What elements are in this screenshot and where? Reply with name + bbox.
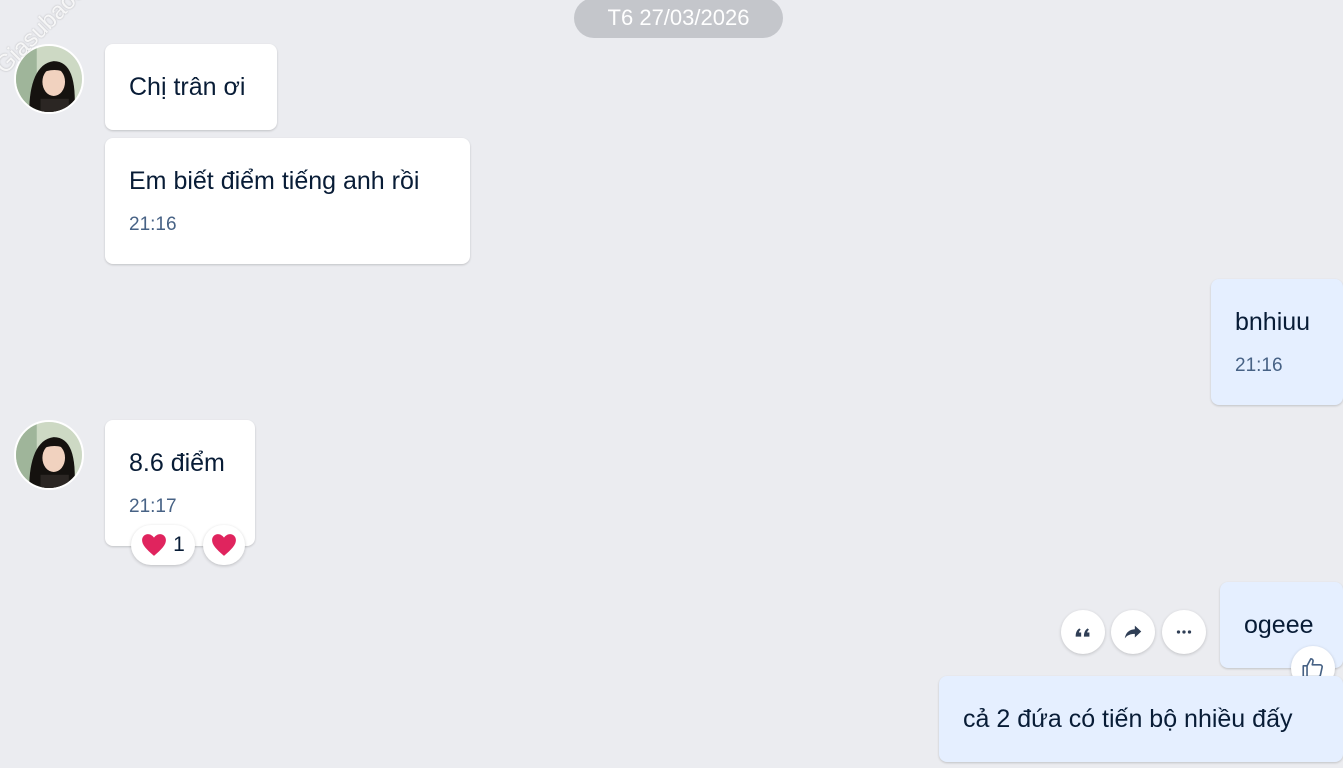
message-text: ogeee (1244, 611, 1314, 639)
chat-canvas: T6 27/03/2026 Giasubaochau.net Chị trân … (0, 0, 1343, 768)
heart-icon (212, 534, 236, 556)
avatar-photo (16, 422, 82, 488)
message-text: Chị trân ơi (129, 73, 246, 101)
quote-button[interactable] (1061, 610, 1105, 654)
message-text: bnhiuu (1235, 308, 1311, 336)
forward-button[interactable] (1111, 610, 1155, 654)
quote-icon (1075, 628, 1090, 637)
forward-icon (1124, 625, 1142, 639)
message-text: 8.6 điểm (129, 449, 225, 477)
message-text: cả 2 đứa có tiến bộ nhiều đấy (963, 705, 1293, 733)
message-bubble-own[interactable]: cả 2 đứa có tiến bộ nhiều đấy (939, 676, 1343, 762)
date-separator: T6 27/03/2026 (574, 0, 783, 38)
more-icon (1176, 630, 1192, 634)
message-bubble[interactable]: Em biết điểm tiếng anh rồi 21:16 (105, 138, 470, 264)
avatar-photo (16, 46, 82, 112)
message-time: 21:16 (129, 214, 177, 235)
contact-avatar[interactable] (14, 420, 84, 490)
message-time: 21:17 (129, 496, 177, 517)
reaction-summary[interactable]: 1 (131, 525, 195, 565)
message-time: 21:16 (1235, 355, 1283, 376)
reaction-count: 1 (173, 533, 185, 556)
more-button[interactable] (1162, 610, 1206, 654)
heart-icon (142, 534, 167, 556)
contact-avatar[interactable] (14, 44, 84, 114)
message-text: Em biết điểm tiếng anh rồi (129, 167, 420, 195)
message-bubble-own[interactable]: bnhiuu 21:16 (1211, 279, 1343, 405)
add-reaction-button[interactable] (203, 525, 245, 565)
message-bubble[interactable]: Chị trân ơi (105, 44, 277, 130)
